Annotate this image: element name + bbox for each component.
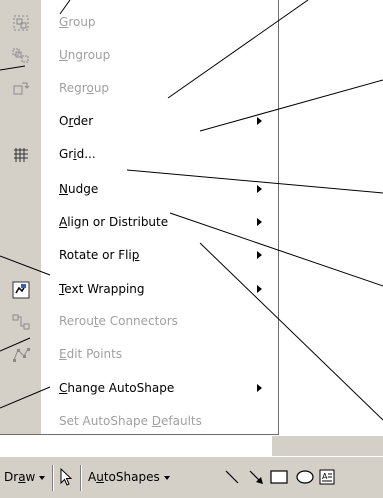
menu-item-label-mnemonic: p <box>131 248 140 262</box>
draw-menu-button[interactable]: Draw <box>4 457 46 498</box>
menu-item-label-post: roup <box>68 15 96 29</box>
menu-item-label: Align or Distribute <box>59 214 168 230</box>
menu-item-label-mnemonic: U <box>59 48 68 62</box>
autoshapes-label-pre: A <box>88 470 97 484</box>
menu-item-rotate-or-flip[interactable]: Rotate or Flip <box>0 239 278 272</box>
menu-item-ungroup: Ungroup <box>0 39 278 72</box>
menu-item-label-post: ext Wrapping <box>64 282 145 296</box>
menu-item-label-post: up <box>93 81 110 95</box>
menu-item-change-autoshape[interactable]: Change AutoShape <box>0 372 278 405</box>
menu-item-text-wrapping[interactable]: Text Wrapping <box>0 273 278 306</box>
menu-item-set-autoshape-defaults: Set AutoShape Defaults <box>0 405 278 438</box>
menu-item-label-post: udge <box>67 182 99 196</box>
menu-item-label: Edit Points <box>59 346 122 362</box>
menu-item-label-post: ngroup <box>67 48 111 62</box>
dropdown-arrow-icon <box>163 475 170 480</box>
text-box-icon[interactable]: A <box>318 467 338 487</box>
draw-label-post: w <box>25 470 36 484</box>
submenu-arrow-icon <box>257 117 262 125</box>
text-wrapping-icon <box>12 281 30 299</box>
menu-item-label: Regroup <box>59 80 109 96</box>
menu-item-group: Group <box>0 6 278 39</box>
menu-item-label-mnemonic: o <box>86 81 94 95</box>
oval-icon[interactable] <box>294 467 316 487</box>
submenu-arrow-icon <box>257 251 262 259</box>
menu-item-label: Set AutoShape Defaults <box>59 413 202 429</box>
menu-item-nudge[interactable]: Nudge <box>0 173 278 206</box>
menu-item-label-post: der <box>73 114 94 128</box>
menu-item-label: Change AutoShape <box>59 380 174 396</box>
menu-item-label: Rotate or Flip <box>59 247 139 263</box>
submenu-arrow-icon <box>257 384 262 392</box>
menu-item-label-post: e Connectors <box>98 314 178 328</box>
draw-label-mnemonic: a <box>18 470 26 484</box>
regroup-icon <box>12 80 30 98</box>
menu-item-label-mnemonic: G <box>59 15 69 29</box>
menu-item-label-post: hange AutoShape <box>67 381 175 395</box>
autoshapes-label-mnemonic: u <box>96 470 104 484</box>
menu-item-label: Text Wrapping <box>59 281 145 297</box>
svg-text:A: A <box>322 472 328 481</box>
dropdown-arrow-icon <box>39 475 46 480</box>
menu-item-label-mnemonic: D <box>151 414 162 428</box>
line-icon[interactable] <box>222 467 242 487</box>
toolbar-separator <box>80 465 82 491</box>
menu-item-reroute-connectors: Reroute Connectors <box>0 305 278 338</box>
grid-icon <box>12 146 30 164</box>
edit-points-icon <box>12 346 30 364</box>
menu-item-label: Reroute Connectors <box>59 313 178 329</box>
menu-item-grid[interactable]: Grid... <box>0 138 278 171</box>
rectangle-icon[interactable] <box>268 467 290 487</box>
menu-item-label: Order <box>59 113 93 129</box>
menu-item-label-post: efaults <box>161 414 202 428</box>
draw-menu: Group Ungroup Regroup Order Grid... Nudge Alig… <box>0 0 279 435</box>
autoshapes-label-post: toShapes <box>103 470 160 484</box>
menu-item-label-mnemonic: A <box>59 215 68 229</box>
menu-item-edit-points: Edit Points <box>0 338 278 371</box>
draw-label-pre: Dr <box>4 470 19 484</box>
menu-item-label-pre: Regr <box>59 81 87 95</box>
menu-item-label: Grid... <box>59 146 96 162</box>
toolbar-separator <box>52 465 54 491</box>
menu-item-label: Ungroup <box>59 47 110 63</box>
select-objects-icon[interactable] <box>58 467 74 487</box>
background-toolbar-strip <box>272 436 383 456</box>
menu-item-label-mnemonic: N <box>59 182 68 196</box>
menu-item-label-pre: Gr <box>59 147 74 161</box>
group-icon <box>12 14 30 32</box>
menu-item-label-pre: Set AutoShape <box>59 414 152 428</box>
submenu-arrow-icon <box>257 185 262 193</box>
menu-item-label-pre: Rerou <box>59 314 94 328</box>
ungroup-icon <box>12 47 30 65</box>
menu-item-label-post: dit Points <box>66 347 123 361</box>
menu-item-label: Group <box>59 14 96 30</box>
menu-item-regroup: Regroup <box>0 72 278 105</box>
reroute-connectors-icon <box>12 313 30 331</box>
menu-item-label-post: lign or Distribute <box>67 215 169 229</box>
arrow-icon[interactable] <box>246 467 266 487</box>
drawing-toolbar: Draw AutoShapes A <box>0 456 383 498</box>
menu-item-label-mnemonic: E <box>59 347 67 361</box>
menu-item-label-pre: Rotate or Fli <box>59 248 132 262</box>
menu-item-order[interactable]: Order <box>0 105 278 138</box>
submenu-arrow-icon <box>257 218 262 226</box>
submenu-arrow-icon <box>257 285 262 293</box>
menu-item-label-post: d... <box>76 147 96 161</box>
menu-item-align-or-distribute[interactable]: Align or Distribute <box>0 206 278 239</box>
autoshapes-menu-button[interactable]: AutoShapes <box>88 457 170 498</box>
menu-item-label: Nudge <box>59 181 98 197</box>
